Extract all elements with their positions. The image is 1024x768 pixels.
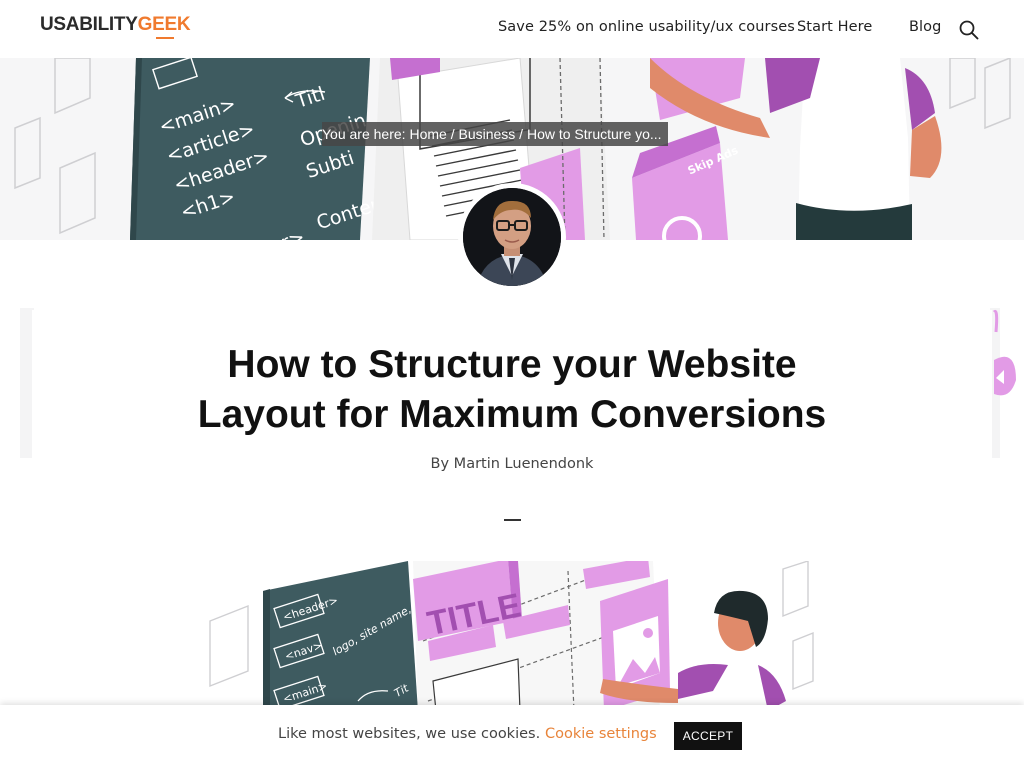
post-title-line-2: Layout for Maximum Conversions [197,393,827,436]
breadcrumb-current: How to Structure yo... [526,126,662,142]
cookie-accept-button[interactable]: ACCEPT [674,722,742,750]
breadcrumb-separator: / [515,126,527,142]
logo-text-usability: USABILITY [40,14,138,35]
author-avatar[interactable] [458,183,566,291]
site-logo[interactable]: USABILITYGEEK [40,14,191,36]
post-byline[interactable]: By Martin Luenendonk [0,456,1024,472]
breadcrumb-prefix: You are here: [322,126,410,142]
cookie-message: Like most websites, we use cookies. [278,726,541,742]
site-header: USABILITYGEEK Save 25% on online usabili… [0,0,1024,58]
logo-underline [156,37,174,39]
breadcrumb-business-link[interactable]: Business [458,126,515,142]
nav-link-courses-promo[interactable]: Save 25% on online usability/ux courses [498,19,795,35]
search-button[interactable] [958,19,980,41]
featured-illustration: <header> <nav> <main> logo, site name, T… [208,561,816,711]
nav-link-start-here[interactable]: Start Here [797,19,872,35]
title-divider [504,519,521,521]
nav-link-blog[interactable]: Blog [909,19,941,35]
logo-text-geek: GEEK [137,14,191,35]
cookie-consent-bar: Like most websites, we use cookies. Cook… [0,705,1024,768]
featured-image: <header> <nav> <main> logo, site name, T… [208,561,816,711]
breadcrumb: You are here: Home / Business / How to S… [322,122,668,146]
cookie-settings-link[interactable]: Cookie settings [545,726,657,742]
author-photo [463,188,561,286]
breadcrumb-home-link[interactable]: Home [409,126,446,142]
search-icon [959,20,979,40]
breadcrumb-separator: / [446,126,459,142]
post-title: How to Structure your Website Layout for… [0,340,1024,440]
post-title-line-1: How to Structure your Website [227,343,797,386]
